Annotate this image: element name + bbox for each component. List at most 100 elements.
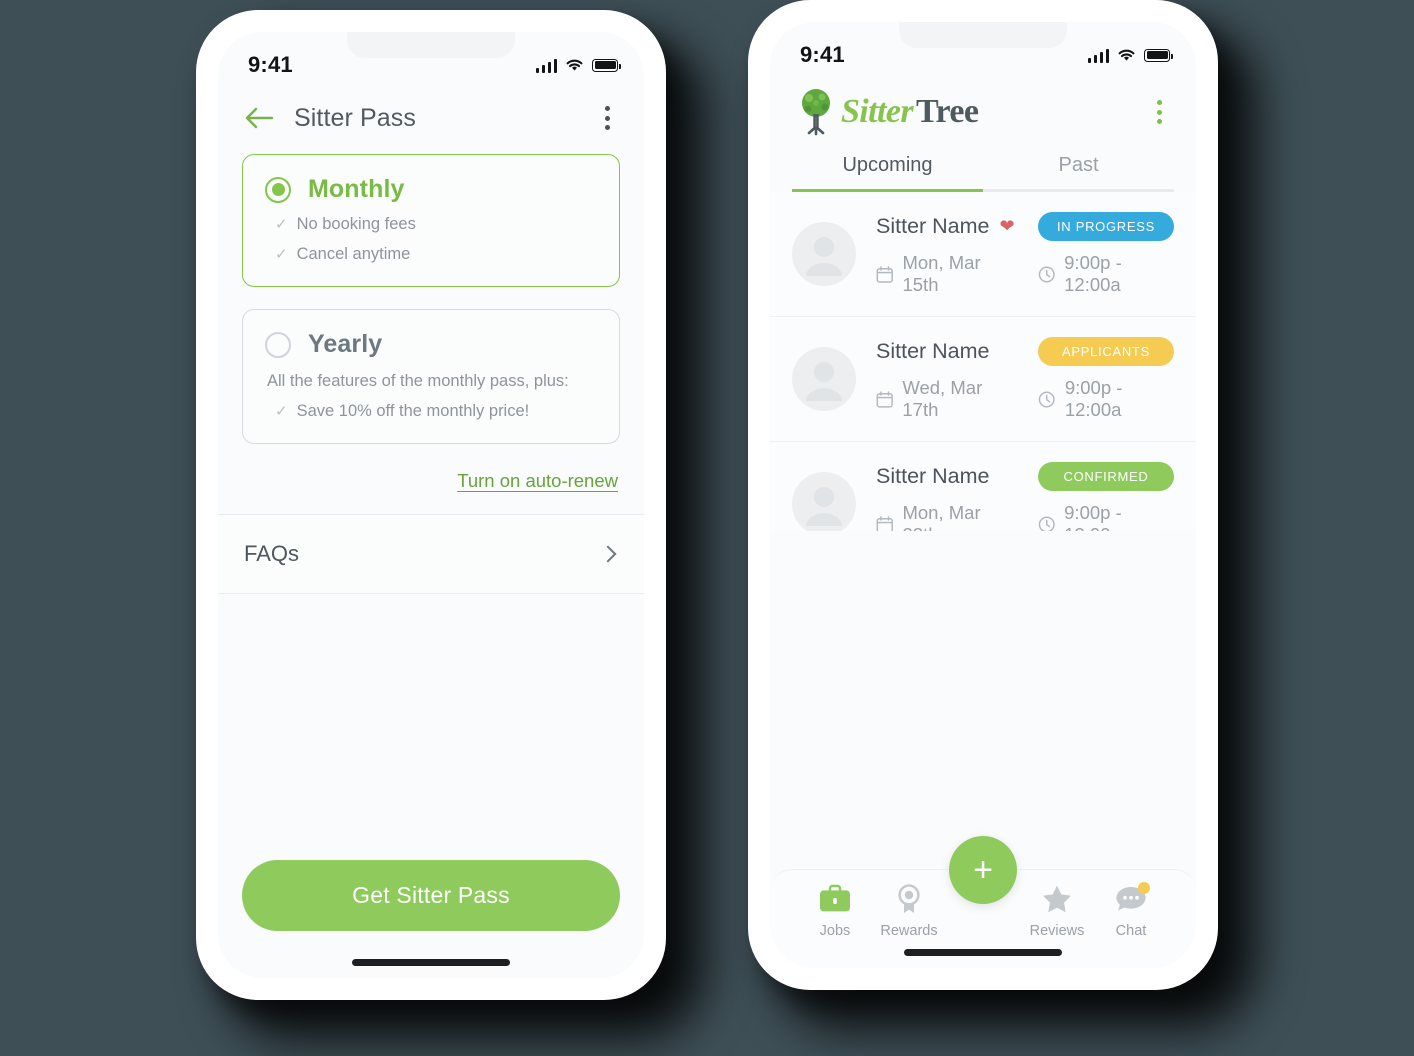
add-job-fab-button[interactable]: + [949,836,1017,904]
job-time: 9:00p - 12:00a [1064,252,1122,295]
award-ribbon-icon [898,884,920,913]
sitter-name: Sitter Name [876,339,990,363]
plan-feature: ✓ Cancel anytime [265,245,597,264]
plan-card-yearly[interactable]: Yearly All the features of the monthly p… [242,309,620,444]
jobs-list: Sitter Name ❤ IN PROGRESS Mon, Mar 15th … [770,192,1196,531]
home-indicator [352,959,510,966]
calendar-icon [876,265,893,283]
faq-row[interactable]: FAQs [218,514,644,594]
table-row[interactable]: Sitter Name ❤ IN PROGRESS Mon, Mar 15th … [770,192,1196,317]
tab-upcoming[interactable]: Upcoming [792,154,983,192]
kebab-menu-icon[interactable] [599,100,616,136]
home-indicator [904,949,1062,956]
job-details: Sitter Name CONFIRMED Mon, Mar 22th [876,462,1174,531]
tree-logo-icon [802,89,830,136]
auto-renew-row: Turn on auto-renew [218,466,644,514]
app-bar-left: Sitter Pass [218,84,644,154]
status-time: 9:41 [248,52,293,77]
plan-card-monthly[interactable]: Monthly ✓ No booking fees ✓ Cancel anyti… [242,154,620,287]
job-date: Mon, Mar 22th [902,502,981,531]
nav-item-reviews[interactable]: Reviews [1020,884,1094,939]
status-icons [1087,48,1173,63]
wifi-icon [566,59,583,71]
cellular-bars-icon [535,58,557,73]
cta-container: Get Sitter Pass [218,860,644,943]
avatar-placeholder-icon [792,472,856,531]
job-meta: Wed, Mar 17th 9:00p - 12:00a [876,377,1174,421]
plan-feature-label: Cancel anytime [296,245,411,263]
plan-feature: ✓ No booking fees [265,215,597,234]
clock-icon [1039,391,1056,407]
job-meta: Mon, Mar 22th 9:00p - 12:00a [876,502,1174,531]
status-bar-right: 9:41 [770,22,1196,74]
chat-icon-wrapper [1115,882,1150,919]
sitter-name: Sitter Name [876,214,990,238]
plan-feature-label: Save 10% off the monthly price! [296,402,530,420]
job-details: Sitter Name APPLICANTS Wed, Mar 17th 9:0… [876,337,1174,421]
screen-jobs-list: 9:41 Sitter Tree Upcoming Past Sitter Na… [770,22,1196,968]
battery-full-icon [1144,48,1173,62]
clock-icon [1038,265,1055,283]
logo-text-sitter: Sitter [841,93,914,130]
job-time: 9:00p - 12:00a [1064,502,1122,531]
nav-label: Reviews [1029,923,1085,939]
kebab-menu-icon[interactable] [1151,94,1168,130]
nav-item-jobs[interactable]: Jobs [798,884,872,939]
clock-icon [1038,515,1055,531]
screen-sitter-pass: 9:41 Sitter Pass Monthly ✓ No booking fe… [218,32,644,978]
job-meta: Mon, Mar 15th 9:00p - 12:00a [876,252,1174,296]
status-badge: IN PROGRESS [1038,212,1174,241]
phone-device-right: 9:41 Sitter Tree Upcoming Past Sitter Na… [748,0,1218,990]
tab-past[interactable]: Past [983,154,1174,192]
chevron-right-icon [599,545,617,563]
job-date: Mon, Mar 15th [902,252,981,295]
cellular-bars-icon [1087,48,1109,63]
avatar-placeholder-icon [792,222,856,286]
nav-label: Chat [1115,923,1147,939]
app-bar-right: Sitter Tree [770,74,1196,140]
check-icon: ✓ [275,216,288,233]
back-arrow-icon[interactable] [244,105,274,131]
status-bar-left: 9:41 [218,32,644,84]
sittertree-logo: Sitter Tree [796,88,979,136]
page-title: Sitter Pass [294,103,416,132]
plan-feature-label: No booking fees [296,215,416,233]
plan-title: Monthly [308,175,405,203]
phone-device-left: 9:41 Sitter Pass Monthly ✓ No booking fe… [196,10,666,1000]
bottom-navigation-bar: + Jobs Rewards Reviews Chat [770,836,1196,968]
content-spacer [218,594,644,860]
tab-bar: Upcoming Past [770,140,1196,192]
calendar-icon [876,515,893,531]
job-header: Sitter Name CONFIRMED [876,462,1174,491]
plan-header: Monthly [265,175,597,204]
auto-renew-link[interactable]: Turn on auto-renew [457,470,618,491]
faq-label: FAQs [244,541,300,566]
notification-dot [1138,882,1150,894]
plan-options-list: Monthly ✓ No booking fees ✓ Cancel anyti… [218,154,644,466]
calendar-icon [876,390,893,408]
nav-label: Rewards [880,923,938,939]
battery-full-icon [592,58,621,72]
radio-button-monthly[interactable] [265,176,291,203]
check-icon: ✓ [275,403,288,420]
list-spacer [770,530,1196,869]
status-badge: CONFIRMED [1038,462,1174,491]
table-row[interactable]: Sitter Name CONFIRMED Mon, Mar 22th [770,442,1196,531]
heart-icon: ❤ [999,216,1015,236]
get-sitter-pass-button[interactable]: Get Sitter Pass [242,860,620,931]
nav-item-rewards[interactable]: Rewards [872,884,946,939]
plan-header: Yearly [265,330,597,359]
job-date: Wed, Mar 17th [902,377,983,420]
job-header: Sitter Name APPLICANTS [876,337,1174,366]
job-header: Sitter Name ❤ IN PROGRESS [876,212,1174,241]
radio-button-yearly[interactable] [265,331,291,358]
nav-item-chat[interactable]: Chat [1094,882,1168,939]
check-icon: ✓ [275,246,288,263]
plan-title: Yearly [308,330,383,358]
table-row[interactable]: Sitter Name APPLICANTS Wed, Mar 17th 9:0… [770,317,1196,442]
status-time: 9:41 [800,42,845,67]
nav-label: Jobs [819,923,851,939]
job-time: 9:00p - 12:00a [1064,377,1123,420]
star-icon [1043,885,1071,913]
wifi-icon [1118,49,1135,61]
